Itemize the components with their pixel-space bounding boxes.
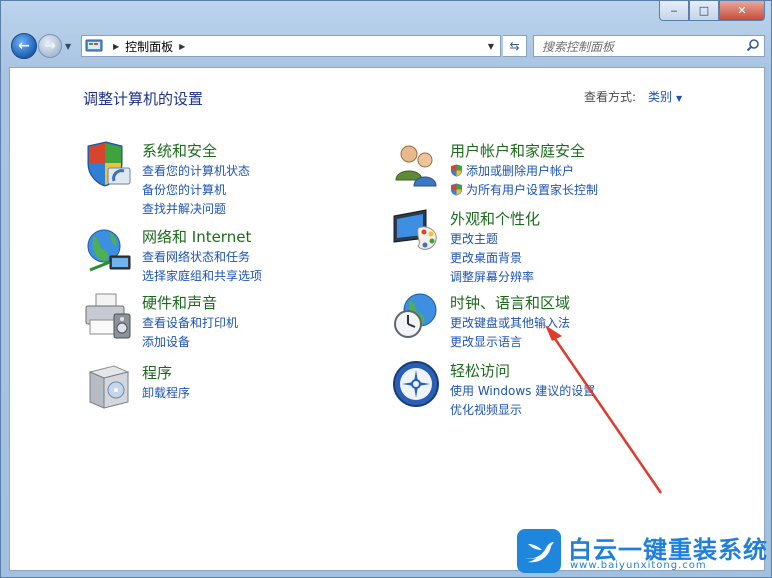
category-hardware-sound: 硬件和声音 查看设备和打印机 添加设备 <box>84 292 344 350</box>
category-network-internet: 网络和 Internet 查看网络状态和任务 选择家庭组和共享选项 <box>84 226 344 284</box>
category-programs: 程序 卸载程序 <box>84 362 344 410</box>
link-network-status[interactable]: 查看网络状态和任务 <box>142 248 250 265</box>
refresh-button[interactable]: ⇆ <box>503 35 527 57</box>
category-title[interactable]: 轻松访问 <box>450 360 510 381</box>
printer-speaker-icon <box>85 293 131 339</box>
forward-button[interactable]: → <box>38 34 62 58</box>
page-title: 调整计算机的设置 <box>83 90 204 108</box>
watermark-url: www.baiyunxitong.com <box>570 560 707 571</box>
category-user-accounts: 用户帐户和家庭安全 添加或删除用户帐户 为所有用户设置家长控制 <box>392 140 692 198</box>
category-title[interactable]: 硬件和声音 <box>142 292 217 313</box>
link-add-device[interactable]: 添加设备 <box>142 333 190 350</box>
category-title[interactable]: 用户帐户和家庭安全 <box>450 140 585 161</box>
users-icon <box>395 145 437 187</box>
navigation-bar: ← → ▼ ▶ 控制面板 ▶ ▼ ⇆ <box>9 31 765 63</box>
category-title[interactable]: 时钟、语言和区域 <box>450 292 570 313</box>
chevron-down-icon: ▼ <box>676 94 683 103</box>
search-box <box>533 35 765 57</box>
link-recommended-settings[interactable]: 使用 Windows 建议的设置 <box>450 382 595 399</box>
address-dropdown-icon[interactable]: ▼ <box>488 42 494 51</box>
link-uninstall-program[interactable]: 卸载程序 <box>142 384 190 401</box>
link-view-computer-status[interactable]: 查看您的计算机状态 <box>142 162 250 179</box>
content-pane: 调整计算机的设置 查看方式: 类别 ▼ 系统和安全 查看您的计算机状态 备份您的计… <box>9 67 765 571</box>
back-forward-group: ← → ▼ <box>11 33 71 59</box>
link-add-remove-accounts[interactable]: 添加或删除用户帐户 <box>450 162 574 179</box>
monitor-palette-icon <box>393 209 437 250</box>
shield-pc-icon <box>87 141 131 187</box>
maximize-button[interactable]: □ <box>689 1 719 21</box>
caption-buttons: ‒ □ ✕ <box>659 1 765 23</box>
bird-logo-icon <box>517 529 561 573</box>
globe-network-icon <box>87 229 131 272</box>
category-title[interactable]: 程序 <box>142 362 172 383</box>
forward-arrow-icon: → <box>44 38 56 54</box>
recent-pages-dropdown-icon[interactable]: ▼ <box>65 42 71 51</box>
back-arrow-icon: ← <box>18 38 30 54</box>
uac-shield-icon <box>451 164 462 177</box>
category-title[interactable]: 网络和 Internet <box>142 226 251 247</box>
link-label: 为所有用户设置家长控制 <box>466 183 599 197</box>
view-by-label: 查看方式: <box>584 90 637 104</box>
link-homegroup-sharing[interactable]: 选择家庭组和共享选项 <box>142 267 262 284</box>
search-input[interactable] <box>540 37 744 57</box>
link-backup-computer[interactable]: 备份您的计算机 <box>142 181 226 198</box>
link-change-input-method[interactable]: 更改键盘或其他输入法 <box>450 314 570 331</box>
control-panel-icon <box>85 39 103 52</box>
category-appearance: 外观和个性化 更改主题 更改桌面背景 调整屏幕分辨率 <box>392 208 692 285</box>
watermark: 白云一键重装系统 www.baiyunxitong.com <box>516 528 768 574</box>
category-title[interactable]: 外观和个性化 <box>450 208 540 229</box>
category-system-security: 系统和安全 查看您的计算机状态 备份您的计算机 查找并解决问题 <box>84 140 344 217</box>
category-clock-language-region: 时钟、语言和区域 更改键盘或其他输入法 更改显示语言 <box>392 292 692 350</box>
view-by-dropdown[interactable]: 类别 ▼ <box>648 88 682 105</box>
link-troubleshoot[interactable]: 查找并解决问题 <box>142 200 226 217</box>
breadcrumb-control-panel[interactable]: 控制面板 <box>125 38 173 55</box>
window-frame: ‒ □ ✕ ← → ▼ ▶ 控制面板 ▶ ▼ ⇆ 搜索控制面板 调整计算机的设置… <box>0 0 772 578</box>
category-ease-of-access: 轻松访问 使用 Windows 建议的设置 优化视频显示 <box>392 360 692 418</box>
address-bar[interactable]: ▶ 控制面板 ▶ ▼ <box>81 35 501 57</box>
category-title[interactable]: 系统和安全 <box>142 140 217 161</box>
refresh-icon: ⇆ <box>509 39 520 53</box>
uac-shield-icon <box>451 183 462 196</box>
link-parental-controls[interactable]: 为所有用户设置家长控制 <box>450 181 598 198</box>
link-change-theme[interactable]: 更改主题 <box>450 230 498 247</box>
clock-globe-icon <box>394 293 437 338</box>
breadcrumb-separator-icon[interactable]: ▶ <box>113 42 119 51</box>
link-change-background[interactable]: 更改桌面背景 <box>450 249 522 266</box>
link-optimize-display[interactable]: 优化视频显示 <box>450 401 522 418</box>
back-button[interactable]: ← <box>11 33 37 59</box>
link-devices-printers[interactable]: 查看设备和打印机 <box>142 314 238 331</box>
ease-of-access-icon <box>393 361 439 407</box>
breadcrumb-separator-icon[interactable]: ▶ <box>179 42 185 51</box>
minimize-button[interactable]: ‒ <box>659 1 689 21</box>
close-button[interactable]: ✕ <box>719 1 765 21</box>
programs-box-icon <box>88 365 130 409</box>
view-by-value: 类别 <box>648 90 673 104</box>
link-change-display-language[interactable]: 更改显示语言 <box>450 333 522 350</box>
search-icon[interactable] <box>746 38 760 52</box>
link-screen-resolution[interactable]: 调整屏幕分辨率 <box>450 268 534 285</box>
link-label: 添加或删除用户帐户 <box>466 164 575 178</box>
